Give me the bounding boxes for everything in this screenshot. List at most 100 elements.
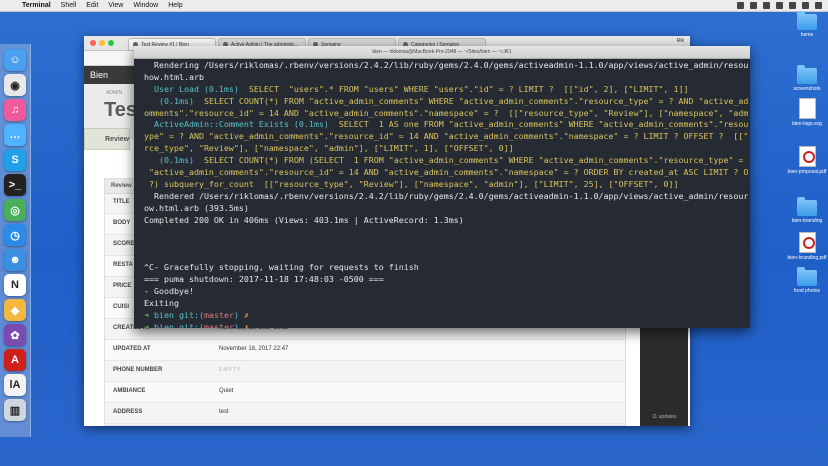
- terminal-text: User Load (0.1ms): [144, 83, 249, 94]
- dock: ☺ ◉ ♫ … S >_ ◎ ◷ ☻ N ◆ ✿ AlA ▥: [0, 44, 31, 437]
- attribute-label: RESTA: [113, 262, 133, 268]
- terminal-output[interactable]: Rendering /Users/riklomas/.rbenv/version…: [134, 59, 750, 328]
- messages-icon[interactable]: …: [4, 124, 26, 146]
- status-icon[interactable]: [737, 2, 744, 9]
- attribute-label: TITLE: [113, 199, 130, 205]
- terminal-text: "active_admin_comments"."resource_id" = …: [144, 167, 748, 178]
- menu-app-name[interactable]: Terminal: [22, 2, 51, 9]
- tex-icon[interactable]: lA: [4, 374, 26, 396]
- terminal-text: - Goodbye!: [144, 285, 194, 296]
- finder-icon[interactable]: ☺: [4, 49, 26, 71]
- terminal-line: ActiveAdmin::Comment Exists (0.1ms) SELE…: [144, 119, 748, 131]
- skype-icon[interactable]: S: [4, 149, 26, 171]
- terminal-title: bien — riklomas@MacBook-Pro-2948 — ~/Sit…: [372, 49, 512, 55]
- terminal-line: - Goodbye!: [144, 286, 748, 298]
- table-row: AMBIANCE Quiet: [105, 382, 625, 403]
- terminal-text: (0.1ms): [144, 95, 204, 106]
- terminal-line: rce_type", "Review"], ["namespace", "adm…: [144, 143, 748, 155]
- desktop-item[interactable]: bien-branding: [782, 197, 828, 224]
- desktop-item[interactable]: home: [782, 11, 828, 38]
- breadcrumb[interactable]: ADMIN: [106, 90, 122, 96]
- desktop-item[interactable]: bien-branding.pdf: [782, 232, 828, 261]
- terminal-line: how.html.arb: [144, 72, 748, 84]
- attribute-label: SCORE: [113, 241, 135, 247]
- terminal-line: Rendering /Users/riklomas/.rbenv/version…: [144, 60, 748, 72]
- terminal-line: (0.1ms) SELECT COUNT(*) FROM (SELECT 1 F…: [144, 155, 748, 167]
- attribute-value: test: [219, 409, 229, 415]
- terminal-line: Rendered /Users/riklomas/.rbenv/versions…: [144, 191, 748, 203]
- finder2-icon[interactable]: ☻: [4, 249, 26, 271]
- close-button[interactable]: [90, 40, 96, 46]
- attribute-value: EMPTY: [219, 367, 242, 373]
- prompt-directory: bien: [154, 321, 174, 328]
- minimize-button[interactable]: [99, 40, 105, 46]
- menu-shell[interactable]: Shell: [61, 2, 77, 9]
- attribute-label: AMBIANCE: [113, 388, 146, 394]
- pdf-file-icon: [798, 232, 816, 253]
- zoom-button[interactable]: [108, 40, 114, 46]
- tab-review[interactable]: Review: [84, 128, 130, 150]
- menu-status-area: [737, 2, 828, 9]
- menu-list-icon[interactable]: [815, 2, 822, 9]
- menu-view[interactable]: View: [108, 2, 123, 9]
- notion-icon[interactable]: N: [4, 274, 26, 296]
- app-name[interactable]: Bien: [90, 70, 108, 80]
- terminal-line: ?) subquery_for_count [["resource_type",…: [144, 179, 748, 191]
- apple-icon[interactable]: [6, 2, 14, 10]
- battery-icon[interactable]: [789, 2, 796, 9]
- attribute-label: PRICE: [113, 283, 132, 289]
- status-icon[interactable]: [750, 2, 757, 9]
- desktop-item[interactable]: screenshots: [782, 65, 828, 92]
- desktop-item-label: bien-logo.svg: [792, 121, 822, 127]
- terminal-window[interactable]: bien — riklomas@MacBook-Pro-2948 — ~/Sit…: [134, 46, 750, 328]
- prompt-directory: bien: [154, 309, 174, 320]
- menu-window[interactable]: Window: [133, 2, 158, 9]
- network-icon[interactable]: ◎: [4, 199, 26, 221]
- terminal-line: ^C- Gracefully stopping, waiting for req…: [144, 262, 748, 274]
- table-row: ADDRESS test: [105, 403, 625, 424]
- folder-icon: [797, 197, 817, 216]
- attribute-value: Quiet: [219, 388, 234, 394]
- attribute-label: ADDRESS: [113, 409, 143, 415]
- prompt-git-branch: master: [203, 309, 234, 320]
- palette-icon[interactable]: ✿: [4, 324, 26, 346]
- pdf-file-icon: [798, 146, 816, 167]
- attribute-label: BODY: [113, 220, 131, 226]
- browser-profile[interactable]: Rik: [677, 38, 684, 44]
- trash-icon[interactable]: ▥: [4, 399, 26, 421]
- terminal-titlebar[interactable]: bien — riklomas@MacBook-Pro-2948 — ~/Sit…: [134, 46, 750, 59]
- itunes-icon[interactable]: ♫: [4, 99, 26, 121]
- desktop-item-label: food photos: [793, 288, 821, 294]
- desktop-item[interactable]: food photos: [782, 267, 828, 294]
- chrome-icon[interactable]: ◉: [4, 74, 26, 96]
- terminal-text: Rendered /Users/riklomas/.rbenv/versions…: [144, 190, 748, 201]
- terminal-line: omments"."resource_id" = 14 AND "active_…: [144, 108, 748, 120]
- file-icon: [798, 98, 816, 119]
- terminal-text: omments"."resource_id" = 14 AND "active_…: [144, 107, 748, 118]
- sketch-icon[interactable]: ◆: [4, 299, 26, 321]
- terminal-text: Completed 200 OK in 406ms (Views: 403.1m…: [144, 214, 464, 225]
- status-icon[interactable]: [763, 2, 770, 9]
- prompt-git-branch: master: [203, 321, 234, 328]
- terminal-prompt: ➜ bien git:(master) ✗: [144, 310, 748, 322]
- acrobat-icon[interactable]: A: [4, 349, 26, 371]
- terminal-icon[interactable]: >_: [4, 174, 26, 196]
- attribute-label: PHONE NUMBER: [113, 367, 163, 373]
- clock-icon[interactable]: ◷: [4, 224, 26, 246]
- desktop-item[interactable]: bien-logo.svg: [782, 98, 828, 127]
- search-icon[interactable]: [802, 2, 809, 9]
- terminal-text: SELECT 1 AS one FROM "active_admin_comme…: [338, 119, 748, 130]
- terminal-line: User Load (0.1ms) SELECT "users".* FROM …: [144, 84, 748, 96]
- terminal-text: ?) subquery_for_count [["resource_type",…: [144, 178, 679, 189]
- menu-help[interactable]: Help: [168, 2, 182, 9]
- terminal-text: ype" = ? AND "active_admin_comments"."re…: [144, 131, 748, 142]
- desktop-item[interactable]: bien-proposal.pdf: [782, 146, 828, 175]
- table-row: PHONE NUMBER EMPTY: [105, 361, 625, 382]
- menu-edit[interactable]: Edit: [86, 2, 98, 9]
- panel-title-text: Review: [111, 183, 132, 189]
- folder-icon: [797, 267, 817, 286]
- wifi-icon[interactable]: [776, 2, 783, 9]
- prompt-git-label: git:(: [178, 309, 204, 320]
